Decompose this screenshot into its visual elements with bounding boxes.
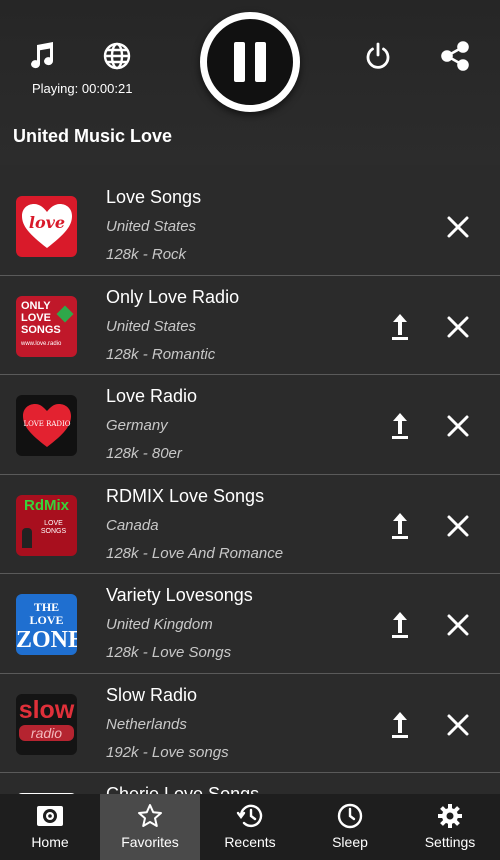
- clock-icon: [337, 802, 363, 830]
- remove-button[interactable]: [444, 710, 472, 740]
- station-country: United Kingdom: [106, 616, 213, 633]
- arrow-up-icon: [392, 413, 408, 439]
- logo-text: RdMix: [24, 496, 69, 514]
- station-row[interactable]: love Love Songs United States 128k - Roc…: [0, 176, 500, 276]
- close-icon: [447, 216, 469, 238]
- close-icon: [447, 614, 469, 636]
- logo-subtext: www.love.radio: [21, 340, 62, 347]
- station-row[interactable]: LOVE RADIO Love Radio Germany 128k - 80e…: [0, 375, 500, 475]
- station-logo: THE LOVE ZONE: [16, 594, 77, 655]
- move-up-button[interactable]: [386, 312, 414, 342]
- arrow-up-icon: [392, 711, 408, 738]
- share-icon[interactable]: [435, 36, 475, 76]
- silhouette-icon: [22, 527, 32, 548]
- nav-label: Recents: [224, 834, 276, 850]
- station-logo: LOVE RADIO: [16, 395, 77, 456]
- logo-subtext: radio: [19, 724, 74, 741]
- logo-text: slow: [18, 695, 75, 724]
- pause-icon: [234, 42, 245, 82]
- station-name: Cherie Love Songs: [106, 784, 260, 794]
- header: Playing: 00:00:21 United Music Love: [0, 0, 500, 165]
- close-icon: [447, 714, 469, 735]
- music-note-icon[interactable]: [22, 36, 62, 76]
- station-country: United States: [106, 218, 197, 235]
- arrow-up-icon: [392, 612, 408, 638]
- move-up-button[interactable]: [386, 710, 414, 740]
- close-icon: [447, 515, 469, 536]
- logo-text: LOVE RADIO: [23, 420, 70, 428]
- remove-button[interactable]: [444, 610, 472, 640]
- playing-time: Playing: 00:00:21: [32, 81, 133, 96]
- remove-button[interactable]: [444, 312, 472, 342]
- history-icon: [236, 802, 264, 830]
- station-name: Only Love Radio: [106, 286, 240, 307]
- bottom-nav: Home Favorites Recents Sleep Settings: [0, 794, 500, 860]
- station-name: Variety Lovesongs: [106, 585, 253, 605]
- move-up-button[interactable]: [386, 610, 414, 640]
- nav-favorites[interactable]: Favorites: [100, 794, 200, 860]
- station-name: Slow Radio: [106, 684, 198, 705]
- station-row[interactable]: RdMix LOVE SONGS RDMIX Love Songs Canada…: [0, 475, 500, 574]
- close-icon: [447, 316, 469, 337]
- leaf-icon: [56, 305, 74, 322]
- station-logo: love: [16, 196, 77, 257]
- logo-subtext: ZONE: [16, 627, 77, 653]
- arrow-up-icon: [392, 512, 408, 539]
- station-meta: 128k - Rock: [106, 246, 187, 263]
- station-row[interactable]: ONLY LOVE SONGS www.love.radio Only Love…: [0, 276, 500, 375]
- arrow-up-icon: [392, 313, 408, 340]
- nav-home[interactable]: Home: [0, 794, 100, 860]
- station-meta: 128k - Love Songs: [106, 644, 232, 661]
- nav-label: Settings: [424, 834, 476, 850]
- nav-label: Home: [31, 834, 69, 850]
- station-country: Germany: [106, 417, 168, 434]
- nav-label: Sleep: [332, 834, 368, 850]
- star-icon: [137, 802, 163, 830]
- station-list[interactable]: love Love Songs United States 128k - Roc…: [0, 176, 500, 794]
- nav-label: Favorites: [121, 834, 179, 850]
- move-up-button[interactable]: [386, 511, 414, 541]
- remove-button[interactable]: [444, 411, 472, 441]
- globe-icon[interactable]: [97, 36, 137, 76]
- station-row[interactable]: THE LOVE ZONE Variety Lovesongs United K…: [0, 574, 500, 674]
- close-icon: [447, 415, 469, 437]
- station-meta: 128k - Love And Romance: [106, 544, 284, 562]
- station-meta: 128k - Romantic: [106, 345, 216, 363]
- station-name: Love Songs: [106, 187, 202, 207]
- remove-button[interactable]: [444, 511, 472, 541]
- logo-text: ONLY LOVE SONGS: [21, 299, 61, 336]
- station-logo: slow radio: [16, 693, 77, 755]
- station-name: Love Radio: [106, 386, 198, 406]
- nav-sleep[interactable]: Sleep: [300, 794, 400, 860]
- station-name: RDMIX Love Songs: [106, 485, 265, 506]
- station-logo: RdMix LOVE SONGS: [16, 494, 77, 556]
- station-logo: ONLY LOVE SONGS www.love.radio: [16, 295, 77, 357]
- station-meta: 192k - Love songs: [106, 743, 229, 761]
- logo-text: love: [28, 213, 64, 232]
- remove-button[interactable]: [444, 212, 472, 242]
- station-country: United States: [106, 317, 197, 335]
- gear-icon: [437, 802, 463, 830]
- power-icon[interactable]: [358, 36, 398, 76]
- logo-text: THE LOVE: [29, 600, 64, 627]
- station-country: Canada: [106, 516, 159, 534]
- radio-icon: [36, 802, 64, 830]
- move-up-button[interactable]: [386, 411, 414, 441]
- station-row[interactable]: Cherie Love Songs: [0, 773, 500, 794]
- pause-button[interactable]: [200, 12, 300, 112]
- list-title: United Music Love: [13, 126, 173, 146]
- station-meta: 128k - 80er: [106, 445, 182, 462]
- nav-recents[interactable]: Recents: [200, 794, 300, 860]
- station-country: Netherlands: [106, 715, 187, 733]
- station-row[interactable]: slow radio Slow Radio Netherlands 192k -…: [0, 674, 500, 773]
- nav-settings[interactable]: Settings: [400, 794, 500, 860]
